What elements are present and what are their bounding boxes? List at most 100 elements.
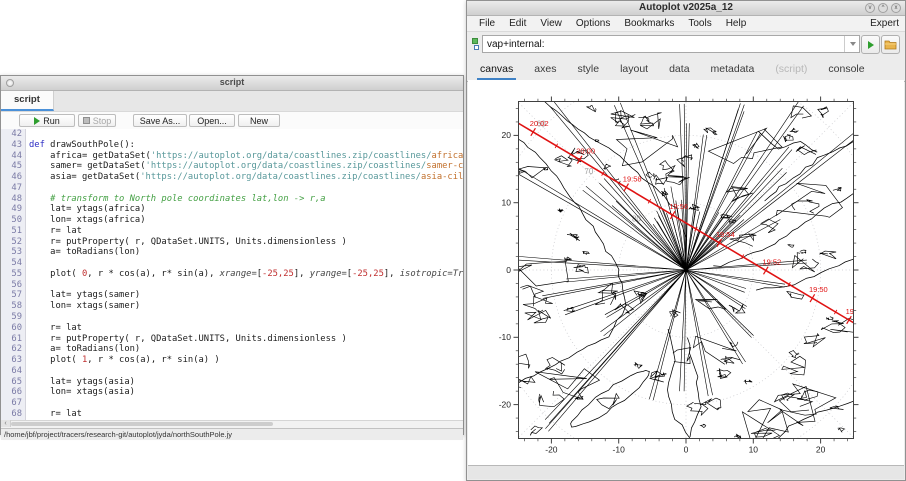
save-as-button-label: Save As... (140, 116, 181, 126)
code-line-57[interactable]: 57 lat= ytags(samer) (1, 290, 463, 301)
code-text: plot( 0, r * cos(a), r* sin(a), xrange=[… (26, 269, 463, 279)
code-text (26, 183, 29, 193)
code-line-56[interactable]: 56 (1, 280, 463, 291)
menu-bookmarks[interactable]: Bookmarks (617, 18, 681, 29)
menu-tools[interactable]: Tools (681, 18, 718, 29)
line-number: 58 (1, 301, 26, 312)
ap-tab-script[interactable]: (script) (772, 63, 810, 81)
save-as-button[interactable]: Save As... (133, 114, 187, 127)
minimize-icon[interactable]: v (865, 3, 875, 13)
autoplot-titlebar[interactable]: Autoplot v2025a_12 v ^ x (467, 1, 905, 16)
ap-tab-style[interactable]: style (574, 63, 602, 81)
open-button[interactable]: Open... (189, 114, 235, 127)
code-line-62[interactable]: 62 a= toRadians(lon) (1, 344, 463, 355)
stop-button-label: Stop (93, 116, 112, 126)
plot-data-layer: 80706020:0220:0019:5819:5619:5419:5219:5… (468, 80, 906, 466)
tab-script[interactable]: script (1, 91, 54, 111)
code-line-50[interactable]: 50 lon= xtags(africa) (1, 215, 463, 226)
code-line-53[interactable]: 53 a= toRadians(lon) (1, 247, 463, 258)
ap-tab-canvas[interactable]: canvas (477, 63, 516, 81)
code-line-65[interactable]: 65 lat= ytags(asia) (1, 377, 463, 388)
code-text: r= putProperty( r, QDataSet.UNITS, Units… (26, 334, 347, 344)
code-text: lon= xtags(samer) (26, 301, 140, 311)
script-status-bar: /home/jbf/project/tracers/research-git/a… (1, 428, 463, 440)
y-tick-label: 0 (506, 265, 511, 275)
code-text (26, 398, 29, 408)
menu-view[interactable]: View (533, 18, 569, 29)
code-text: lat= ytags(asia) (26, 377, 135, 387)
menu-file[interactable]: File (472, 18, 502, 29)
scroll-left-arrow-icon[interactable]: ‹ (1, 420, 11, 427)
script-window: script script Run Stop Save As... Open...Ne… (0, 75, 464, 435)
x-tick-label: -20 (545, 445, 558, 455)
code-line-46[interactable]: 46 asia= getDataSet('https://autoplot.or… (1, 172, 463, 183)
line-number: 59 (1, 312, 26, 323)
code-line-61[interactable]: 61 r= putProperty( r, QDataSet.UNITS, Un… (1, 334, 463, 345)
horizontal-scrollbar[interactable]: ‹ (1, 420, 463, 428)
code-line-63[interactable]: 63 plot( 1, r * cos(a), r* sin(a) ) (1, 355, 463, 366)
uri-dropdown-icon[interactable] (844, 36, 860, 52)
menu-help[interactable]: Help (719, 18, 754, 29)
code-line-43[interactable]: 43def drawSouthPole(): (1, 140, 463, 151)
window-controls: v ^ x (865, 3, 901, 13)
line-number: 46 (1, 172, 26, 183)
code-line-60[interactable]: 60 r= lat (1, 323, 463, 334)
line-number: 64 (1, 366, 26, 377)
x-tick-label: 0 (684, 445, 689, 455)
code-line-64[interactable]: 64 (1, 366, 463, 377)
code-line-49[interactable]: 49 lat= ytags(africa) (1, 204, 463, 215)
coastline-polar-plot[interactable]: 80706020:0220:0019:5819:5619:5419:5219:5… (468, 80, 906, 466)
line-number: 65 (1, 377, 26, 388)
new-button[interactable]: New (238, 114, 280, 127)
code-line-67[interactable]: 67 (1, 398, 463, 409)
ap-tab-axes[interactable]: axes (531, 63, 559, 81)
line-number: 68 (1, 409, 26, 420)
scrollbar-thumb[interactable] (11, 422, 273, 426)
open-folder-button[interactable] (881, 35, 900, 54)
menu-options[interactable]: Options (569, 18, 617, 29)
line-number: 66 (1, 387, 26, 398)
code-line-55[interactable]: 55 plot( 0, r * cos(a), r* sin(a), xrang… (1, 269, 463, 280)
code-line-66[interactable]: 66 lon= xtags(asia) (1, 387, 463, 398)
script-file-path: /home/jbf/project/tracers/research-git/a… (4, 430, 232, 439)
go-play-button[interactable] (861, 35, 880, 54)
code-line-59[interactable]: 59 (1, 312, 463, 323)
run-button[interactable]: Run (19, 114, 75, 127)
ap-tab-data[interactable]: data (666, 63, 692, 81)
menu-bar: FileEditViewOptionsBookmarksToolsHelp Ex… (467, 16, 905, 32)
code-text: samer= getDataSet('https://autoplot.org/… (26, 161, 463, 171)
line-number: 42 (1, 129, 26, 140)
menu-edit[interactable]: Edit (502, 18, 533, 29)
code-line-52[interactable]: 52 r= putProperty( r, QDataSet.UNITS, Un… (1, 237, 463, 248)
maximize-icon[interactable]: ^ (878, 3, 888, 13)
code-text: lon= xtags(asia) (26, 387, 135, 397)
time-label: 19:50 (809, 285, 828, 294)
line-number: 67 (1, 398, 26, 409)
code-line-48[interactable]: 48 # transform to North pole coordinates… (1, 194, 463, 205)
code-line-42[interactable]: 42 (1, 129, 463, 140)
ap-tab-metadata[interactable]: metadata (708, 63, 758, 81)
ap-tab-layout[interactable]: layout (617, 63, 651, 81)
code-line-58[interactable]: 58 lon= xtags(samer) (1, 301, 463, 312)
x-tick-label: 20 (816, 445, 826, 455)
time-label: 19:54 (716, 230, 735, 239)
code-line-44[interactable]: 44 africa= getDataSet('https://autoplot.… (1, 151, 463, 162)
stop-button[interactable]: Stop (78, 114, 116, 127)
expert-menu[interactable]: Expert (870, 18, 899, 29)
uri-input[interactable] (482, 35, 860, 53)
code-line-45[interactable]: 45 samer= getDataSet('https://autoplot.o… (1, 161, 463, 172)
close-icon[interactable]: x (891, 3, 901, 13)
code-line-47[interactable]: 47 (1, 183, 463, 194)
code-editor[interactable]: 4243def drawSouthPole():44 africa= getDa… (1, 129, 463, 420)
script-window-titlebar[interactable]: script (1, 76, 463, 91)
code-line-54[interactable]: 54 (1, 258, 463, 269)
y-tick-label: -20 (499, 399, 512, 409)
line-number: 53 (1, 247, 26, 258)
code-line-51[interactable]: 51 r= lat (1, 226, 463, 237)
autoplot-tab-bar: canvas axes style layout data metadata (script… (467, 56, 905, 82)
code-text (26, 258, 29, 268)
plot-canvas[interactable]: 80706020:0220:0019:5819:5619:5419:5219:5… (468, 80, 904, 468)
script-toolbar: Run Stop Save As... Open...New (1, 112, 463, 129)
code-line-68[interactable]: 68 r= lat (1, 409, 463, 420)
ap-tab-console[interactable]: console (825, 63, 867, 81)
